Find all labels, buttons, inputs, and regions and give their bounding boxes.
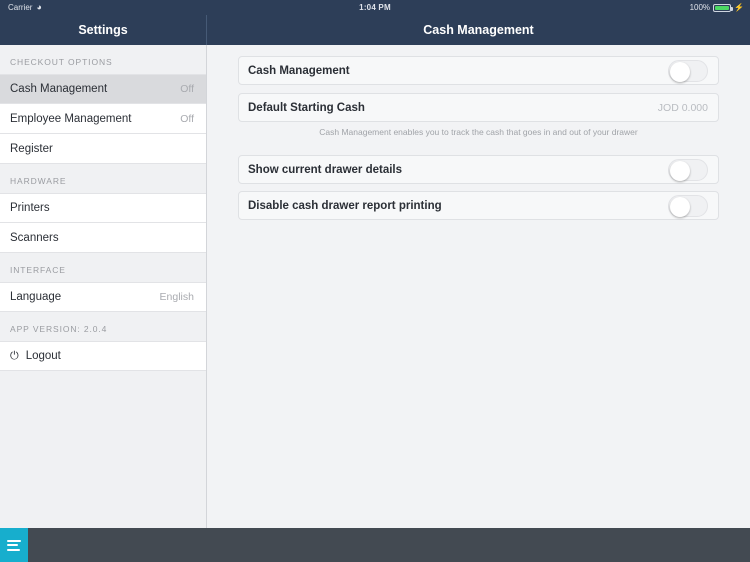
detail-navbar: Cash Management [207, 15, 750, 45]
section-header-hardware: HARDWARE [10, 176, 67, 186]
cash-management-toggle[interactable] [668, 59, 708, 82]
sidebar-item-label: Cash Management [10, 83, 108, 95]
logout-button[interactable]: ⏻ Logout [0, 341, 206, 371]
sidebar-item-printers[interactable]: Printers [0, 193, 206, 223]
status-bar: Carrier ◕ 1:04 PM 100% ⚡ [0, 0, 750, 15]
toggle-knob [670, 61, 690, 82]
page-title: Cash Management [423, 23, 534, 37]
row-label: Disable cash drawer report printing [248, 199, 442, 212]
sidebar-item-cash-management[interactable]: Cash Management Off [0, 74, 206, 104]
row-label: Cash Management [248, 64, 350, 77]
toggle-knob [670, 196, 690, 217]
default-starting-cash-value[interactable]: JOD 0.000 [658, 102, 708, 114]
sidebar-item-label: Language [10, 291, 62, 303]
lightning-bolt-icon: ⚡ [734, 3, 744, 12]
sidebar-item-scanners[interactable]: Scanners [0, 223, 206, 253]
hamburger-menu-icon [7, 537, 21, 553]
disable-report-printing-toggle[interactable] [668, 194, 708, 217]
sidebar-navbar: Settings [0, 15, 207, 45]
sidebar: CHECKOUT OPTIONS Cash Management Off Emp… [0, 45, 207, 562]
sidebar-item-label: Register [10, 142, 53, 155]
battery-percent-label: 100% [689, 3, 711, 12]
sidebar-item-label: Employee Management [10, 112, 132, 125]
sidebar-item-value: Off [180, 83, 194, 95]
sidebar-item-employee-management[interactable]: Employee Management Off [0, 104, 206, 134]
sidebar-item-label: Printers [10, 202, 50, 214]
row-label: Default Starting Cash [248, 101, 365, 114]
status-bar-right: 100% ⚡ [690, 0, 744, 15]
app-version-label: APP VERSION: 2.0.4 [10, 324, 108, 334]
row-disable-cash-drawer-report-printing[interactable]: Disable cash drawer report printing [238, 191, 719, 220]
settings-screen: Carrier ◕ 1:04 PM 100% ⚡ Settings Cash M… [0, 0, 750, 562]
bottom-bar [0, 528, 750, 562]
battery-full-icon [713, 3, 734, 12]
row-cash-management[interactable]: Cash Management [238, 56, 719, 85]
section-header-interface: INTERFACE [10, 265, 66, 275]
toggle-knob [670, 160, 690, 181]
sidebar-item-label: Scanners [10, 231, 59, 244]
hamburger-menu-button[interactable] [0, 528, 28, 562]
cash-management-hint: Cash Management enables you to track the… [319, 127, 638, 137]
section-header-checkout-options: CHECKOUT OPTIONS [10, 57, 113, 67]
detail-panel: Cash Management Default Starting Cash JO… [207, 45, 750, 562]
sidebar-item-register[interactable]: Register [0, 134, 206, 164]
power-icon: ⏻ [10, 349, 19, 362]
status-bar-time: 1:04 PM [359, 3, 391, 12]
sidebar-item-value: Off [180, 112, 194, 125]
sidebar-title: Settings [78, 23, 128, 37]
row-label: Show current drawer details [248, 163, 403, 176]
logout-label: Logout [25, 350, 61, 362]
row-default-starting-cash[interactable]: Default Starting Cash JOD 0.000 [238, 93, 719, 122]
sidebar-item-value: English [159, 291, 194, 303]
row-show-current-drawer-details[interactable]: Show current drawer details [238, 155, 719, 184]
show-drawer-details-toggle[interactable] [668, 158, 708, 181]
sidebar-item-language[interactable]: Language English [0, 282, 206, 312]
